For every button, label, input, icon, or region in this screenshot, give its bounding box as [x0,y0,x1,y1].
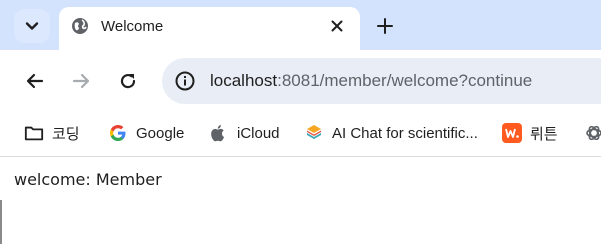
new-tab-button[interactable] [373,14,397,38]
bookmarks-bar: 코딩 Google iCloud AI Chat for scientific.… [0,112,601,156]
forward-button[interactable] [68,68,94,94]
bookmark-label: iCloud [237,124,280,142]
close-icon [331,20,343,32]
info-icon[interactable] [174,70,196,92]
bookmark-coding[interactable]: 코딩 [24,120,80,146]
bookmark-ai-chat[interactable]: AI Chat for scientific... [304,120,478,146]
bookmark-google[interactable]: Google [108,120,184,146]
reload-icon [120,73,136,89]
apple-icon [209,123,229,143]
google-icon [108,123,128,143]
bookmark-label: 코딩 [52,125,80,143]
arrow-left-icon [26,73,44,89]
welcome-message: welcome: Member [14,170,162,189]
arrow-right-icon [72,73,90,89]
plus-icon [377,18,393,34]
address-bar[interactable]: localhost:8081/member/welcome?continue [162,58,601,104]
bookmark-icloud[interactable]: iCloud [209,120,280,146]
globe-icon [72,18,88,34]
bookmark-openai[interactable] [584,120,601,146]
page-content: welcome: Member [0,157,601,244]
active-tab[interactable]: Welcome [59,7,360,51]
bookmark-label: AI Chat for scientific... [332,124,478,142]
bookmark-wrtn[interactable]: 뤼튼 [502,120,558,146]
tab-search-button[interactable] [14,9,50,43]
folder-icon [24,123,44,143]
tab-strip: Welcome [0,0,601,51]
tab-close-button[interactable] [327,16,347,36]
window-edge [0,200,2,244]
wrtn-icon [502,123,522,143]
openai-icon [584,123,601,143]
back-button[interactable] [22,68,48,94]
ai-chat-icon [304,123,324,143]
reload-button[interactable] [115,68,141,94]
chevron-down-icon [25,22,39,30]
tab-title: Welcome [101,18,164,35]
bookmark-label: 뤼튼 [530,125,558,143]
url-text[interactable]: localhost:8081/member/welcome?continue [210,71,532,91]
url-path: :8081/member/welcome?continue [277,71,533,90]
bookmark-label: Google [136,124,185,142]
url-host: localhost [210,71,278,90]
toolbar: localhost:8081/member/welcome?continue [0,50,601,112]
